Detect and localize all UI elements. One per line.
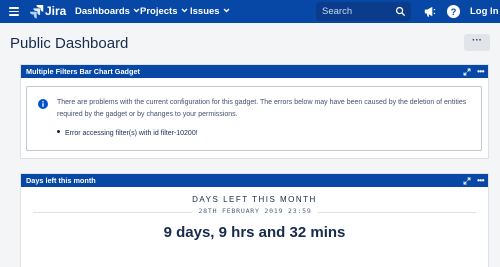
gadget-menu-button[interactable]: ••• [477,176,484,185]
nav-dashboards-label: Dashboards [75,6,130,17]
gadget-days-left-this-month: Days left this month ••• DAYS LEFT THIS … [21,174,488,267]
login-link[interactable]: Log In [470,0,499,23]
more-actions-button[interactable]: ··· [464,34,490,51]
month-end-date: 28TH FEBRUARY 2019 23:59 [192,207,318,215]
expand-icon[interactable] [463,177,471,185]
gadget-multiple-filters-bar-chart: Multiple Filters Bar Chart Gadget ••• Th… [21,65,488,158]
gadget-menu-button[interactable]: ••• [477,67,484,76]
nav-projects-menu[interactable]: Projects [140,0,188,23]
jira-logo-text[interactable]: Jira [45,0,66,23]
error-message-box: There are problems with the current conf… [26,86,482,151]
nav-projects-label: Projects [140,6,178,17]
gadget-title: Days left this month [26,176,96,185]
chevron-down-icon [181,8,187,13]
error-message-text: There are problems with the current conf… [57,99,467,118]
gadget-header: Multiple Filters Bar Chart Gadget ••• [21,65,488,78]
days-left-heading: DAYS LEFT THIS MONTH [192,195,317,204]
help-icon[interactable]: ? [446,4,461,19]
app-switcher-icon[interactable] [9,7,19,16]
nav-issues-menu[interactable]: Issues [190,0,230,23]
search-icon[interactable] [395,6,406,17]
error-item-text: Error accessing filter(s) with id filter… [65,130,198,137]
page-title: Public Dashboard [10,35,129,52]
nav-issues-label: Issues [190,6,220,17]
gadget-header: Days left this month ••• [21,174,488,187]
megaphone-icon[interactable] [422,4,437,19]
jira-logo-icon[interactable] [29,4,44,19]
gadget-title: Multiple Filters Bar Chart Gadget [26,67,140,76]
search-input[interactable]: Search [316,2,411,21]
expand-icon[interactable] [463,68,471,76]
info-icon [38,99,48,109]
days-left-value: 9 days, 9 hrs and 32 mins [163,224,346,241]
search-placeholder: Search [322,6,353,17]
chevron-down-icon [133,8,140,13]
nav-dashboards-menu[interactable]: Dashboards [75,0,140,23]
svg-text:?: ? [451,7,457,17]
top-navigation-bar: Jira Dashboards Projects Issues Search ?… [0,0,500,23]
chevron-down-icon [223,8,230,13]
error-list-item: Error accessing filter(s) with id filter… [57,130,198,137]
